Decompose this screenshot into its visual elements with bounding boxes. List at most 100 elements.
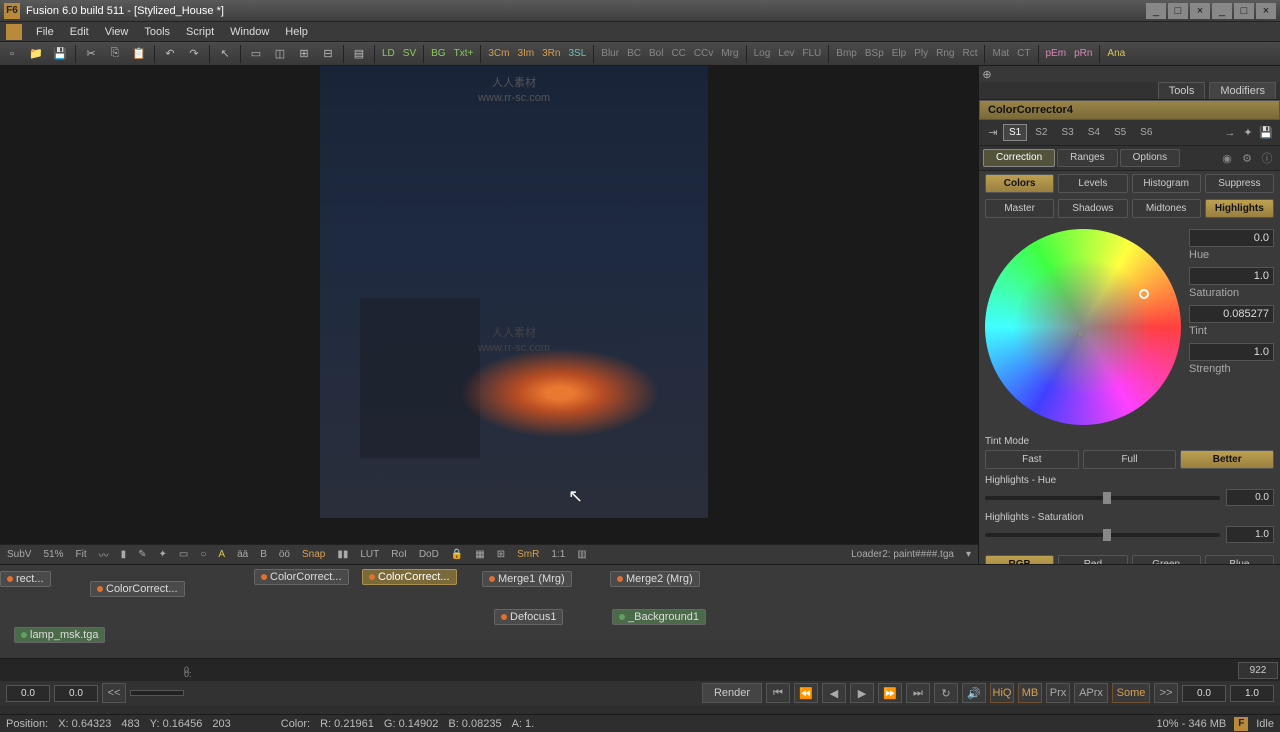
range-highlights[interactable]: Highlights (1205, 199, 1274, 218)
paste-icon[interactable]: 📋 (128, 44, 150, 64)
undo-icon[interactable]: ↶ (159, 44, 181, 64)
version-s3[interactable]: S3 (1055, 124, 1079, 141)
tool-3im[interactable]: 3Im (513, 45, 538, 63)
mdi-close-button[interactable]: × (1256, 3, 1276, 19)
flow-canvas[interactable]: rect... ColorCorrect... ColorCorrect... … (0, 565, 1280, 641)
tool-ply[interactable]: Ply (910, 45, 932, 63)
tintmode-better[interactable]: Better (1180, 450, 1274, 469)
loop-icon[interactable]: ↻ (934, 683, 958, 703)
minimize-button[interactable]: _ (1146, 3, 1166, 19)
range-end-out[interactable]: 1.0 (1230, 685, 1274, 702)
step-back-icon[interactable]: ⏪ (794, 683, 818, 703)
tool-rng[interactable]: Rng (932, 45, 958, 63)
highlights-hue-slider[interactable] (985, 496, 1220, 500)
highlights-sat-value[interactable]: 1.0 (1226, 526, 1274, 543)
range-midtones[interactable]: Midtones (1132, 199, 1201, 218)
channel-rgb[interactable]: RGB (985, 555, 1054, 564)
hue-value[interactable]: 0.0 (1189, 229, 1274, 247)
tool-bol[interactable]: Bol (645, 45, 667, 63)
tint-value[interactable]: 0.085277 (1189, 305, 1274, 323)
roi-toggle[interactable]: RoI (388, 549, 410, 560)
pin-icon[interactable]: ⊕ (979, 66, 995, 82)
gear-icon[interactable]: ⚙ (1238, 149, 1256, 167)
range-start-in[interactable]: 0.0 (6, 685, 50, 702)
saturation-value[interactable]: 1.0 (1189, 267, 1274, 285)
view-aa[interactable]: ää (234, 549, 251, 560)
node-merge2[interactable]: Merge2 (Mrg) (610, 571, 700, 587)
version-s2[interactable]: S2 (1029, 124, 1053, 141)
tool-pem[interactable]: pEm (1042, 45, 1071, 63)
menu-window[interactable]: Window (222, 26, 277, 38)
timeline-end-field[interactable]: 922 (1238, 662, 1278, 679)
viewer-canvas[interactable]: 人人素材www.rr-sc.com 人人素材www.rr-sc.com (320, 66, 708, 518)
color-swatch-icon[interactable]: ▮▮ (334, 549, 351, 560)
node-merge1[interactable]: Merge1 (Mrg) (482, 571, 572, 587)
tool-ccv[interactable]: CCv (690, 45, 717, 63)
cut-icon[interactable]: ✂ (80, 44, 102, 64)
node-cc4a[interactable]: ColorCorrect... (254, 569, 349, 585)
fit-button[interactable]: Fit (72, 549, 89, 560)
marker-icon[interactable]: ▮ (118, 549, 130, 560)
zoom-level[interactable]: 51% (40, 549, 66, 560)
step-fwd-icon[interactable]: ⏩ (878, 683, 902, 703)
circle-icon[interactable]: ○ (197, 549, 209, 560)
tool-3cm[interactable]: 3Cm (484, 45, 513, 63)
node-cc4b[interactable]: ColorCorrect... (362, 569, 457, 585)
close-button[interactable]: × (1190, 3, 1210, 19)
subtab-options[interactable]: Options (1120, 149, 1180, 167)
menu-file[interactable]: File (28, 26, 62, 38)
tab-tools[interactable]: Tools (1158, 82, 1206, 99)
subv-toggle[interactable]: SubV (4, 549, 34, 560)
lock-icon[interactable]: 🔒 (448, 549, 466, 560)
pen-icon[interactable]: ✎ (135, 549, 149, 560)
tool-ana[interactable]: Ana (1103, 45, 1129, 63)
tool-blur[interactable]: Blur (597, 45, 623, 63)
arrow-icon[interactable]: → (1222, 125, 1238, 141)
open-icon[interactable]: 📁 (25, 44, 47, 64)
subtab-ranges[interactable]: Ranges (1057, 149, 1117, 167)
aprx-toggle[interactable]: APrx (1074, 683, 1108, 703)
tool-bg[interactable]: BG (427, 45, 449, 63)
menu-tools[interactable]: Tools (136, 26, 178, 38)
render-button[interactable]: Render (702, 683, 762, 703)
wand-icon[interactable]: ✦ (156, 549, 170, 560)
tool-sv[interactable]: SV (399, 45, 420, 63)
tab-modifiers[interactable]: Modifiers (1209, 82, 1276, 99)
channel-red[interactable]: Red (1058, 555, 1127, 564)
highlights-hue-value[interactable]: 0.0 (1226, 489, 1274, 506)
smr-toggle[interactable]: SmR (514, 549, 542, 560)
mode-levels[interactable]: Levels (1058, 174, 1127, 193)
wand2-icon[interactable]: ✦ (1240, 125, 1256, 141)
view-extra[interactable]: öö (276, 549, 293, 560)
range-master[interactable]: Master (985, 199, 1054, 218)
save-icon[interactable]: 💾 (49, 44, 71, 64)
node-lamp[interactable]: lamp_msk.tga (14, 627, 105, 643)
new-icon[interactable]: ▫ (1, 44, 23, 64)
menu-script[interactable]: Script (178, 26, 222, 38)
tintmode-full[interactable]: Full (1083, 450, 1177, 469)
tool-3rn[interactable]: 3Rn (538, 45, 564, 63)
layout-4-icon[interactable]: ⊟ (317, 44, 339, 64)
node-background[interactable]: _Background1 (612, 609, 706, 625)
highlights-sat-slider[interactable] (985, 533, 1220, 537)
play-fwd-icon[interactable]: ▶ (850, 683, 874, 703)
mdi-maximize-button[interactable]: □ (1234, 3, 1254, 19)
tool-prn[interactable]: pRn (1070, 45, 1096, 63)
tool-ld[interactable]: LD (378, 45, 399, 63)
view-b[interactable]: B (257, 549, 270, 560)
nav-prev-button[interactable]: << (102, 683, 126, 703)
mdi-minimize-button[interactable]: _ (1212, 3, 1232, 19)
menu-view[interactable]: View (97, 26, 137, 38)
tool-rct[interactable]: Rct (958, 45, 981, 63)
menu-help[interactable]: Help (277, 26, 316, 38)
layout-1-icon[interactable]: ▭ (245, 44, 267, 64)
menu-icon[interactable]: ▾ (963, 549, 974, 560)
version-s6[interactable]: S6 (1134, 124, 1158, 141)
rect-icon[interactable]: ▭ (176, 549, 191, 560)
snap-toggle[interactable]: Snap (299, 549, 328, 560)
info-icon[interactable]: ⓘ (1258, 149, 1276, 167)
node-cc3[interactable]: ColorCorrect... (90, 581, 185, 597)
play-back-icon[interactable]: ◀ (822, 683, 846, 703)
audio-icon[interactable]: 🔊 (962, 683, 986, 703)
range-shadows[interactable]: Shadows (1058, 199, 1127, 218)
